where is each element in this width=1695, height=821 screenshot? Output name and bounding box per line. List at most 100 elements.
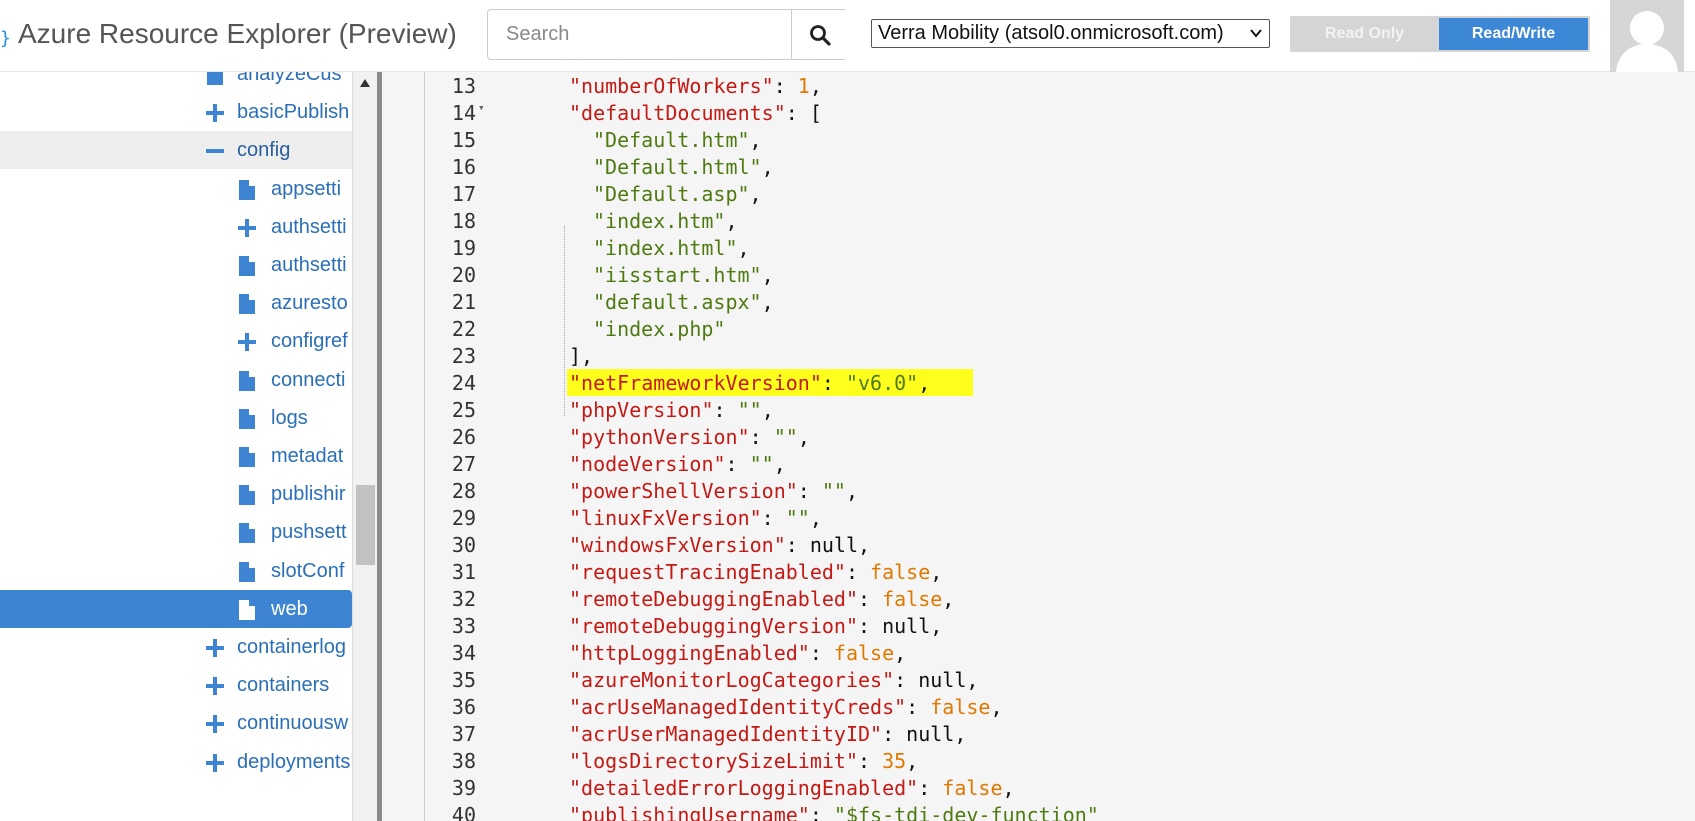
code-text: "remoteDebuggingVersion": null, bbox=[569, 614, 943, 638]
code-line[interactable]: 14 ▾ "defaultDocuments": [ bbox=[382, 99, 1695, 126]
line-number: 35 bbox=[451, 668, 476, 692]
line-number: 17 bbox=[451, 182, 476, 206]
json-value: false bbox=[942, 776, 1003, 800]
json-value: "iisstart.htm" bbox=[593, 263, 762, 287]
code-line[interactable]: 38 "logsDirectorySizeLimit": 35, bbox=[382, 747, 1695, 774]
tree-item-analyzecus[interactable]: analyzeCus bbox=[0, 72, 352, 93]
tree-item-metadat[interactable]: metadat bbox=[0, 437, 352, 475]
tree-item-label: config bbox=[237, 139, 291, 162]
line-number: 18 bbox=[451, 209, 476, 233]
tree-item-configref[interactable]: configref bbox=[0, 322, 352, 360]
json-value: 1 bbox=[797, 74, 810, 98]
code-line[interactable]: 40 "publishingUsername": "$fs-tdi-dev-fun… bbox=[382, 801, 1695, 821]
tree-item-containers[interactable]: containers bbox=[0, 666, 352, 704]
code-line[interactable]: 30 "windowsFxVersion": null, bbox=[382, 531, 1695, 558]
tenant-select[interactable]: Verra Mobility (atsol0.onmicrosoft.com) bbox=[871, 19, 1270, 48]
code-text: "httpLoggingEnabled": false, bbox=[569, 641, 907, 665]
search-input[interactable] bbox=[488, 10, 791, 59]
code-line[interactable]: 24 "netFrameworkVersion": "v6.0", bbox=[382, 369, 1695, 396]
tree-scrollbar-thumb[interactable] bbox=[356, 485, 375, 565]
code-line[interactable]: 32 "remoteDebuggingEnabled": false, bbox=[382, 585, 1695, 612]
search-button[interactable] bbox=[791, 10, 847, 59]
tree-item-azuresto[interactable]: azuresto bbox=[0, 284, 352, 322]
code-line[interactable]: 21 "default.aspx", bbox=[382, 288, 1695, 315]
tree-item-authsetti[interactable]: authsetti bbox=[0, 208, 352, 246]
plus-icon[interactable] bbox=[206, 104, 224, 123]
line-number: 30 bbox=[451, 533, 476, 557]
tree-item-connecti[interactable]: connecti bbox=[0, 361, 352, 399]
code-line[interactable]: 15 "Default.htm", bbox=[382, 126, 1695, 153]
code-line[interactable]: 17 "Default.asp", bbox=[382, 180, 1695, 207]
read-write-button[interactable]: Read/Write bbox=[1439, 18, 1588, 50]
tree-item-deployments[interactable]: deployments bbox=[0, 743, 352, 781]
fold-toggle-icon[interactable]: ▾ bbox=[478, 101, 485, 114]
code-text: "Default.html", bbox=[593, 155, 774, 179]
plus-icon[interactable] bbox=[206, 715, 224, 734]
code-line[interactable]: 31 "requestTracingEnabled": false, bbox=[382, 558, 1695, 585]
avatar[interactable] bbox=[1610, 0, 1684, 72]
code-line[interactable]: 27 "nodeVersion": "", bbox=[382, 450, 1695, 477]
code-line[interactable]: 26 "pythonVersion": "", bbox=[382, 423, 1695, 450]
code-text: "detailedErrorLoggingEnabled": false, bbox=[569, 776, 1015, 800]
minus-icon[interactable] bbox=[206, 142, 224, 160]
code-line[interactable]: 16 "Default.html", bbox=[382, 153, 1695, 180]
json-editor[interactable]: 13 "numberOfWorkers": 1, 14 ▾ "defaultDocume… bbox=[382, 72, 1695, 821]
tree-item-slotconf[interactable]: slotConf bbox=[0, 552, 352, 590]
tree-item-config[interactable]: config bbox=[0, 131, 352, 170]
json-value: "" bbox=[737, 398, 762, 422]
json-key: "publishingUsername" bbox=[569, 803, 810, 821]
plus-icon[interactable] bbox=[238, 333, 256, 352]
file-icon bbox=[239, 408, 255, 429]
code-line[interactable]: 37 "acrUserManagedIdentityID": null, bbox=[382, 720, 1695, 747]
code-line[interactable]: 19 "index.html", bbox=[382, 234, 1695, 261]
tree-item-basicpublish[interactable]: basicPublish bbox=[0, 93, 352, 131]
tree-item-web[interactable]: web bbox=[0, 589, 352, 628]
code-line[interactable]: 28 "powerShellVersion": "", bbox=[382, 477, 1695, 504]
code-line[interactable]: 22 "index.php" bbox=[382, 315, 1695, 342]
file-icon bbox=[239, 447, 255, 467]
tree-item-continuousw[interactable]: continuousw bbox=[0, 704, 352, 742]
json-value: "index.html" bbox=[593, 236, 738, 260]
tree-item-pushsett[interactable]: pushsett bbox=[0, 513, 352, 551]
line-number: 26 bbox=[451, 425, 476, 449]
code-line[interactable]: 20 "iisstart.htm", bbox=[382, 261, 1695, 288]
code-text: "acrUserManagedIdentityID": null, bbox=[569, 722, 967, 746]
code-line[interactable]: 36 "acrUseManagedIdentityCreds": false, bbox=[382, 693, 1695, 720]
tree-item-containerlog[interactable]: containerlog bbox=[0, 628, 352, 666]
line-number: 15 bbox=[451, 128, 476, 152]
plus-icon[interactable] bbox=[206, 677, 224, 696]
json-key: "phpVersion" bbox=[569, 398, 714, 422]
code-line[interactable]: 34 "httpLoggingEnabled": false, bbox=[382, 639, 1695, 666]
code-line[interactable]: 29 "linuxFxVersion": "", bbox=[382, 504, 1695, 531]
code-line[interactable]: 13 "numberOfWorkers": 1, bbox=[382, 72, 1695, 99]
code-text: "pythonVersion": "", bbox=[569, 425, 810, 449]
json-value: "Default.htm" bbox=[593, 128, 750, 152]
scroll-up-arrow-icon[interactable] bbox=[359, 78, 371, 88]
tree-item-logs[interactable]: logs bbox=[0, 399, 352, 437]
tree-item-label: authsetti bbox=[271, 215, 347, 238]
tree-item-publishir[interactable]: publishir bbox=[0, 475, 352, 513]
file-icon bbox=[239, 599, 255, 620]
tree-item-authsetti[interactable]: authsetti bbox=[0, 246, 352, 284]
read-only-button[interactable]: Read Only bbox=[1290, 16, 1439, 52]
line-number: 31 bbox=[451, 560, 476, 584]
code-line[interactable]: 18 "index.htm", bbox=[382, 207, 1695, 234]
tree-scrollbar[interactable] bbox=[352, 72, 377, 821]
code-text: "iisstart.htm", bbox=[593, 263, 774, 287]
tree-item-label: azuresto bbox=[271, 292, 348, 315]
app-title[interactable]: Azure Resource Explorer (Preview) bbox=[18, 18, 457, 50]
file-icon bbox=[239, 370, 255, 391]
code-line[interactable]: 39 "detailedErrorLoggingEnabled": false, bbox=[382, 774, 1695, 801]
line-number: 38 bbox=[451, 749, 476, 773]
tree-item-label: analyzeCus bbox=[237, 72, 342, 85]
code-line[interactable]: 33 "remoteDebuggingVersion": null, bbox=[382, 612, 1695, 639]
code-line[interactable]: 35 "azureMonitorLogCategories": null, bbox=[382, 666, 1695, 693]
json-key: "requestTracingEnabled" bbox=[569, 560, 846, 584]
tree-item-appsetti[interactable]: appsetti bbox=[0, 170, 352, 208]
plus-icon[interactable] bbox=[238, 218, 256, 237]
plus-icon[interactable] bbox=[206, 753, 224, 772]
plus-icon[interactable] bbox=[206, 639, 224, 657]
code-line[interactable]: 25 "phpVersion": "", bbox=[382, 396, 1695, 423]
code-line[interactable]: 23], bbox=[382, 342, 1695, 369]
resource-tree: analyzeCus basicPublish config appsetti auth… bbox=[0, 72, 377, 821]
